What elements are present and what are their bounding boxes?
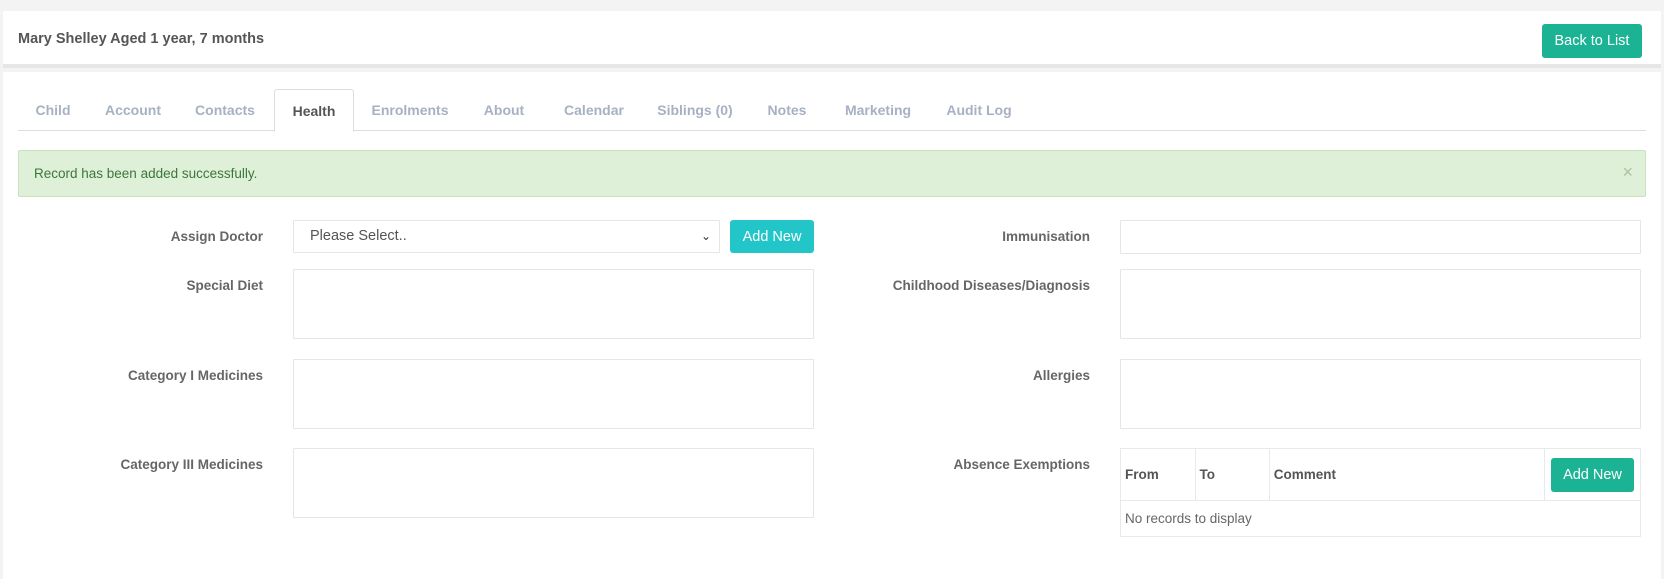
column-comment: Comment — [1268, 448, 1545, 501]
assign-doctor-value: Please Select.. — [310, 228, 407, 244]
tab-about[interactable]: About — [464, 89, 544, 131]
back-to-list-button[interactable]: Back to List — [1542, 24, 1642, 58]
page-header: Mary Shelley Aged 1 year, 7 months Back … — [3, 11, 1661, 68]
column-to: To — [1194, 448, 1270, 501]
category1-label: Category I Medicines — [127, 368, 263, 383]
assign-doctor-label: Assign Doctor — [170, 229, 263, 244]
tab-notes[interactable]: Notes — [746, 89, 828, 131]
table-header-row: From To Comment Add New — [1120, 448, 1642, 501]
tab-marketing[interactable]: Marketing — [828, 89, 928, 131]
close-icon[interactable]: × — [1622, 162, 1633, 183]
alert-message: Record has been added successfully. — [34, 166, 258, 181]
category3-medicines-field[interactable] — [293, 448, 814, 518]
column-from: From — [1120, 448, 1196, 501]
immunisation-label: Immunisation — [1002, 229, 1090, 244]
add-absence-button[interactable]: Add New — [1550, 457, 1634, 492]
tab-child[interactable]: Child — [18, 89, 88, 131]
table-row: No records to display — [1120, 500, 1641, 537]
special-diet-label: Special Diet — [186, 278, 263, 293]
tab-contacts[interactable]: Contacts — [178, 89, 272, 131]
category1-medicines-field[interactable] — [293, 359, 814, 429]
chevron-down-icon: ⌄ — [700, 229, 711, 243]
column-actions: Add New — [1543, 448, 1642, 501]
tab-enrolments[interactable]: Enrolments — [356, 89, 464, 131]
allergies-field[interactable] — [1120, 359, 1641, 429]
tab-account[interactable]: Account — [88, 89, 178, 131]
special-diet-field[interactable] — [293, 269, 814, 339]
tab-calendar[interactable]: Calendar — [544, 89, 644, 131]
childhood-diseases-label: Childhood Diseases/Diagnosis — [892, 278, 1090, 293]
tab-siblings[interactable]: Siblings (0) — [644, 89, 746, 131]
childhood-diseases-field[interactable] — [1120, 269, 1641, 339]
tab-health[interactable]: Health — [274, 89, 354, 132]
absence-exemptions-table: From To Comment Add New No records to di… — [1120, 448, 1642, 537]
category3-label: Category III Medicines — [120, 457, 263, 472]
add-doctor-button[interactable]: Add New — [730, 220, 814, 253]
tab-bar: Child Account Contacts Health Enrolments… — [18, 89, 1646, 132]
allergies-label: Allergies — [1032, 368, 1090, 383]
tab-audit-log[interactable]: Audit Log — [928, 89, 1030, 131]
success-alert: Record has been added successfully. × — [18, 150, 1646, 197]
immunisation-field[interactable] — [1120, 220, 1641, 254]
absence-exemptions-label: Absence Exemptions — [953, 457, 1090, 472]
page-title: Mary Shelley Aged 1 year, 7 months — [18, 31, 265, 47]
assign-doctor-select[interactable]: Please Select.. ⌄ — [293, 220, 720, 253]
empty-message: No records to display — [1120, 500, 1641, 537]
